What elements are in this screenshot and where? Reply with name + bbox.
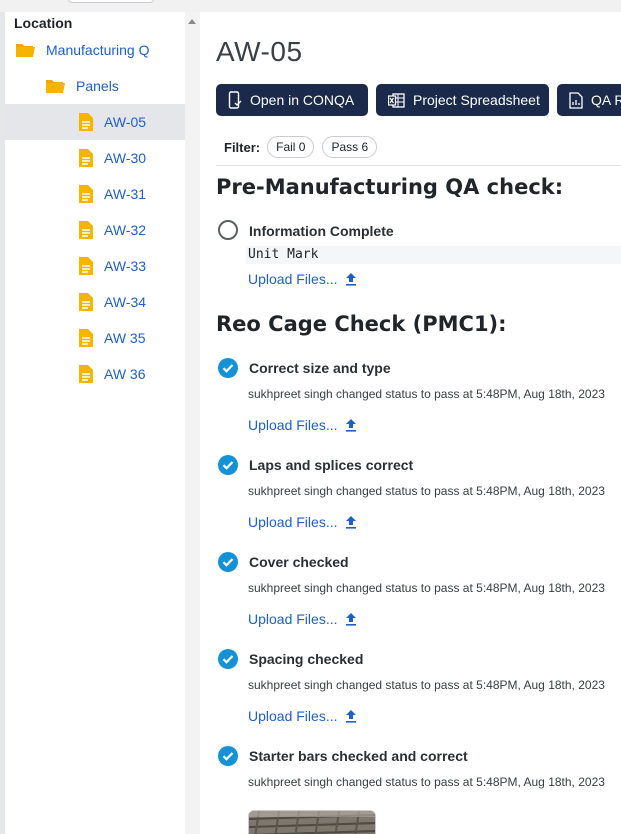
button-label: QA R [591, 92, 621, 108]
upload-label: Upload Files... [248, 271, 338, 287]
checklist-item-title: Spacing checked [249, 651, 364, 667]
document-icon [78, 256, 94, 276]
sidebar-scrollbar[interactable] [185, 12, 200, 834]
status-note: sukhpreet singh changed status to pass a… [248, 581, 605, 595]
upload-label: Upload Files... [248, 611, 338, 627]
tree-item-aw-36[interactable]: AW 36 [5, 356, 185, 392]
tree-item-manufacturing[interactable]: Manufacturing Q [5, 32, 185, 68]
scroll-up-arrow-icon[interactable] [188, 19, 196, 24]
check-circle-icon[interactable] [218, 552, 238, 572]
folder-open-icon [45, 78, 66, 94]
tree-item-aw-35[interactable]: AW 35 [5, 320, 185, 356]
divider [216, 165, 621, 166]
tree-item-aw-05[interactable]: AW-05 [5, 104, 185, 140]
check-circle-icon[interactable] [218, 358, 238, 378]
upload-files-link[interactable]: Upload Files... [248, 514, 357, 530]
upload-files-link[interactable]: Upload Files... [248, 271, 357, 287]
unit-mark-field[interactable]: Unit Mark [246, 246, 621, 264]
main-content: AW-05 Open in CONQA Project Spreadsheet … [200, 12, 621, 834]
sidebar-title: Location [14, 15, 73, 31]
tree-item-aw-31[interactable]: AW-31 [5, 176, 185, 212]
document-icon [78, 364, 94, 384]
upload-label: Upload Files... [248, 708, 338, 724]
button-label: Open in CONQA [250, 92, 355, 108]
phone-check-icon [228, 91, 242, 109]
checklist-item-title: Information Complete [249, 223, 394, 239]
upload-label: Upload Files... [248, 514, 338, 530]
tree-item-aw-32[interactable]: AW-32 [5, 212, 185, 248]
document-icon [78, 184, 94, 204]
button-label: Project Spreadsheet [413, 92, 540, 108]
upload-files-link[interactable]: Upload Files... [248, 417, 357, 433]
tree-item-label: AW 36 [104, 366, 146, 382]
filter-pass-pill[interactable]: Pass 6 [322, 136, 378, 158]
tree-item-aw-33[interactable]: AW-33 [5, 248, 185, 284]
tree-item-label: AW-31 [104, 186, 147, 202]
open-in-conqa-button[interactable]: Open in CONQA [216, 84, 368, 116]
tree-item-label: AW-32 [104, 222, 147, 238]
upload-arrow-icon [345, 418, 357, 432]
upload-arrow-icon [345, 612, 357, 626]
checklist-item-title: Cover checked [249, 554, 349, 570]
qa-report-button[interactable]: QA R [557, 84, 621, 116]
tree-item-aw-30[interactable]: AW-30 [5, 140, 185, 176]
excel-icon [388, 92, 405, 108]
document-icon [78, 328, 94, 348]
unchecked-radio[interactable] [218, 220, 238, 240]
document-icon [78, 148, 94, 168]
status-note: sukhpreet singh changed status to pass a… [248, 775, 605, 789]
tree-item-label: Manufacturing Q [46, 42, 150, 58]
document-icon [78, 112, 94, 132]
tree-item-label: AW 35 [104, 330, 146, 346]
filter-bar: Filter: Fail 0 Pass 6 [224, 136, 385, 158]
document-icon [78, 292, 94, 312]
report-icon [569, 91, 583, 109]
section-title: Pre-Manufacturing QA check: [216, 175, 564, 199]
checklist-item-title: Laps and splices correct [249, 457, 414, 473]
document-icon [78, 220, 94, 240]
top-search-box[interactable] [68, 0, 154, 3]
filter-fail-pill[interactable]: Fail 0 [267, 136, 315, 158]
project-spreadsheet-button[interactable]: Project Spreadsheet [376, 84, 549, 116]
tree-item-label: AW-33 [104, 258, 147, 274]
checklist-item-title: Correct size and type [249, 360, 391, 376]
filter-label: Filter: [224, 139, 261, 155]
upload-label: Upload Files... [248, 417, 338, 433]
top-toolbar-strip [0, 0, 621, 12]
upload-arrow-icon [345, 272, 357, 286]
checklist-item-title: Starter bars checked and correct [249, 748, 468, 764]
tree-item-label: AW-05 [104, 114, 147, 130]
page-title: AW-05 [216, 36, 303, 67]
upload-files-link[interactable]: Upload Files... [248, 708, 357, 724]
tree-item-label: AW-30 [104, 150, 147, 166]
tree-item-label: AW-34 [104, 294, 147, 310]
upload-files-link[interactable]: Upload Files... [248, 611, 357, 627]
status-note: sukhpreet singh changed status to pass a… [248, 484, 605, 498]
status-note: sukhpreet singh changed status to pass a… [248, 678, 605, 692]
tree-item-aw-34[interactable]: AW-34 [5, 284, 185, 320]
attachment-thumbnail[interactable] [248, 810, 376, 834]
tree-item-label: Panels [76, 78, 119, 94]
section-title: Reo Cage Check (PMC1): [216, 312, 507, 336]
upload-arrow-icon [345, 709, 357, 723]
folder-open-icon [15, 42, 36, 58]
upload-arrow-icon [345, 515, 357, 529]
status-note: sukhpreet singh changed status to pass a… [248, 387, 605, 401]
check-circle-icon[interactable] [218, 649, 238, 669]
check-circle-icon[interactable] [218, 455, 238, 475]
tree-item-panels[interactable]: Panels [5, 68, 185, 104]
check-circle-icon[interactable] [218, 746, 238, 766]
